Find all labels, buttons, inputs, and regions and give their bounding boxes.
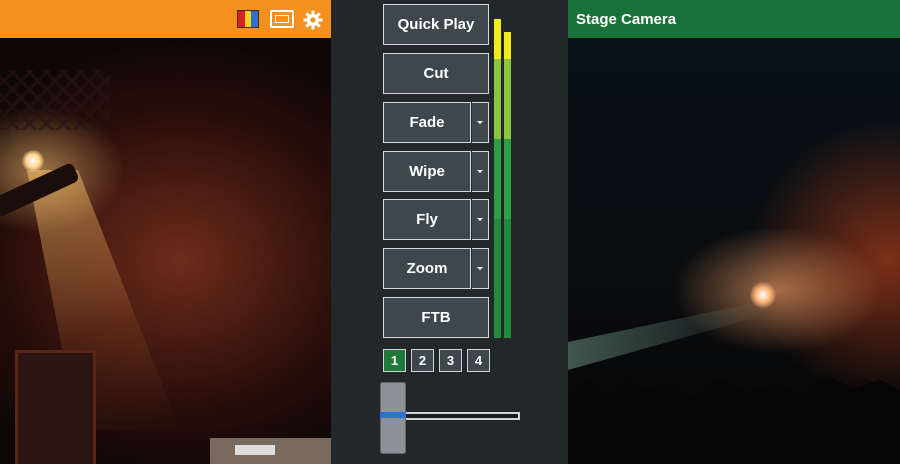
color-bars-icon[interactable]: [237, 10, 259, 28]
fade-button[interactable]: Fade: [383, 102, 471, 143]
amplifier: [15, 350, 96, 464]
ftb-button[interactable]: FTB: [383, 297, 489, 338]
page-button-4[interactable]: 4: [467, 349, 490, 372]
program-source-title: Stage Camera: [576, 11, 677, 28]
preview-monitor[interactable]: [0, 0, 331, 464]
stage-light-beam: [568, 300, 768, 370]
quick-play-button[interactable]: Quick Play: [383, 4, 489, 45]
page-button-1[interactable]: 1: [383, 349, 406, 372]
program-titlebar: Stage Camera: [568, 0, 900, 38]
page-button-3[interactable]: 3: [439, 349, 462, 372]
fly-dropdown-icon[interactable]: [472, 199, 489, 240]
wipe-button[interactable]: Wipe: [383, 151, 471, 192]
zoom-dropdown-icon[interactable]: [472, 248, 489, 289]
fly-button[interactable]: Fly: [383, 199, 471, 240]
zoom-button[interactable]: Zoom: [383, 248, 471, 289]
stage-light: [750, 282, 776, 308]
stage-device-label: [235, 445, 275, 455]
audio-meter-right: [504, 32, 511, 338]
safe-area-icon[interactable]: [270, 10, 294, 28]
cut-button[interactable]: Cut: [383, 53, 489, 94]
wipe-dropdown-icon[interactable]: [472, 151, 489, 192]
crowd-silhouette: [568, 374, 900, 464]
fade-dropdown-icon[interactable]: [472, 102, 489, 143]
stage-lamp: [22, 150, 44, 172]
page-button-2[interactable]: 2: [411, 349, 434, 372]
gear-icon[interactable]: [303, 10, 323, 30]
preview-toolbar: [0, 0, 331, 38]
tbar-handle[interactable]: [380, 382, 406, 454]
stage-truss: [0, 70, 110, 130]
program-monitor[interactable]: Stage Camera: [568, 0, 900, 464]
audio-meter-left: [494, 19, 501, 338]
transition-panel: Quick Play Cut Fade Wipe Fly Zoom FTB 1 …: [331, 0, 568, 464]
